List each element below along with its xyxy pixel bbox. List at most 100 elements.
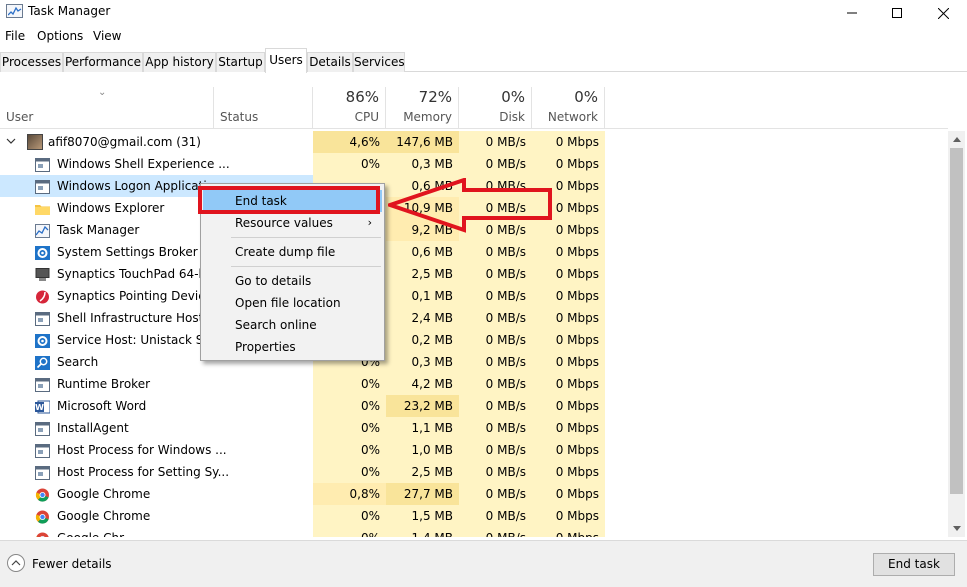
process-network: 0 Mbps	[532, 505, 605, 527]
table-row[interactable]: Google Chr... 0%1,4 MB0 MB/s0 Mbps	[0, 527, 948, 537]
column-status[interactable]: Status	[214, 87, 313, 129]
column-header: ⌄ User Status 86% CPU 72% Memory 0% Disk…	[0, 87, 948, 129]
table-row[interactable]: Host Process for Windows ... 0% 1,0 MB 0 MB…	[0, 439, 948, 461]
table-row[interactable]: Search 0% 0,3 MB 0 MB/s 0 Mbps	[0, 351, 948, 373]
column-disk-label: Disk	[499, 110, 525, 124]
process-disk: 0 MB/s	[459, 461, 532, 483]
task-manager-icon	[35, 223, 50, 238]
user-cpu: 4,6%	[313, 131, 386, 153]
process-memory: 1,0 MB	[386, 439, 459, 461]
cpu-total-percent: 86%	[345, 88, 379, 106]
column-cpu-label: CPU	[354, 110, 379, 124]
tab-startup[interactable]: Startup	[216, 52, 265, 72]
table-row[interactable]: Task Manager 9,2 MB 0 MB/s 0 Mbps	[0, 219, 948, 241]
table-row[interactable]: Service Host: Unistack Serv... 0,2 MB 0 MB…	[0, 329, 948, 351]
process-name: Shell Infrastructure Host	[57, 311, 204, 325]
column-user[interactable]: User	[0, 87, 214, 129]
window-icon	[35, 443, 50, 458]
ctx-go-to-details[interactable]: Go to details	[203, 270, 382, 292]
tab-processes[interactable]: Processes	[0, 52, 63, 72]
tab-services[interactable]: Services	[353, 52, 405, 72]
vertical-scrollbar[interactable]	[948, 131, 965, 537]
chrome-icon	[35, 509, 50, 524]
table-row[interactable]: Synaptics TouchPad 64-bit... 2,5 MB 0 MB/s…	[0, 263, 948, 285]
window-title: Task Manager	[28, 4, 111, 18]
minimize-button[interactable]	[829, 0, 875, 26]
maximize-button[interactable]	[874, 0, 920, 26]
table-row[interactable]: System Settings Broker 0,6 MB 0 MB/s 0 Mbps	[0, 241, 948, 263]
process-name: Windows Explorer	[57, 201, 165, 215]
table-row[interactable]: Shell Infrastructure Host 2,4 MB 0 MB/s 0 M…	[0, 307, 948, 329]
column-memory[interactable]: 72% Memory	[386, 87, 459, 129]
ctx-resource-values[interactable]: Resource values ›	[203, 212, 382, 234]
chevron-up-circle-icon[interactable]	[7, 554, 25, 572]
table-row[interactable]: Runtime Broker 0% 4,2 MB 0 MB/s 0 Mbps	[0, 373, 948, 395]
table-row[interactable]: Windows Shell Experience ... 0% 0,3 MB 0 MB…	[0, 153, 948, 175]
process-memory: 0,3 MB	[386, 351, 459, 373]
end-task-button[interactable]: End task	[873, 553, 955, 576]
ctx-end-task[interactable]: End task	[203, 190, 382, 212]
context-menu: End task Resource values › Create dump f…	[200, 183, 385, 361]
task-manager-icon	[6, 4, 23, 18]
table-row[interactable]: Windows Explorer 10,9 MB 0 MB/s 0 Mbps	[0, 197, 948, 219]
ctx-create-dump-file[interactable]: Create dump file	[203, 241, 382, 263]
tab-details[interactable]: Details	[307, 52, 353, 72]
tab-users[interactable]: Users	[265, 48, 307, 73]
table-row[interactable]: InstallAgent 0% 1,1 MB 0 MB/s 0 Mbps	[0, 417, 948, 439]
process-disk: 0 MB/s	[459, 219, 532, 241]
column-cpu[interactable]: 86% CPU	[313, 87, 386, 129]
process-name-cell: InstallAgent	[0, 417, 313, 439]
scroll-up-icon[interactable]	[948, 131, 965, 148]
process-disk: 0 MB/s	[459, 373, 532, 395]
process-name: Google Chrome	[57, 487, 151, 501]
menu-options[interactable]: Options	[37, 29, 83, 43]
scroll-thumb[interactable]	[950, 148, 963, 494]
menu-bar: File Options View	[0, 27, 967, 47]
table-row[interactable]: Google Chrome 0% 1,5 MB 0 MB/s 0 Mbps	[0, 505, 948, 527]
scroll-down-icon[interactable]	[948, 520, 965, 537]
process-memory: 4,2 MB	[386, 373, 459, 395]
fewer-details-link[interactable]: Fewer details	[32, 557, 112, 571]
menu-separator	[231, 237, 381, 238]
process-disk: 0 MB/s	[459, 307, 532, 329]
process-network: 0 Mbps	[532, 307, 605, 329]
chevron-down-icon[interactable]	[6, 136, 16, 146]
table-row[interactable]: W Microsoft Word 0% 23,2 MB 0 MB/s 0 Mbps	[0, 395, 948, 417]
column-disk[interactable]: 0% Disk	[459, 87, 532, 129]
user-network: 0 Mbps	[532, 131, 605, 153]
process-memory: 1,4 MB	[386, 527, 459, 537]
user-name-cell: afif8070@gmail.com (31)	[0, 131, 313, 153]
ctx-properties[interactable]: Properties	[203, 336, 382, 358]
ctx-open-file-location[interactable]: Open file location	[203, 292, 382, 314]
menu-view[interactable]: View	[93, 29, 121, 43]
process-memory: 1,1 MB	[386, 417, 459, 439]
process-memory: 2,5 MB	[386, 263, 459, 285]
process-disk: 0 MB/s	[459, 153, 532, 175]
table-row[interactable]: Synaptics Pointing Device ... 0,1 MB 0 MB/…	[0, 285, 948, 307]
process-disk: 0 MB/s	[459, 395, 532, 417]
process-memory: 0,6 MB	[386, 175, 459, 197]
column-network[interactable]: 0% Network	[532, 87, 605, 129]
gear-icon	[35, 245, 50, 260]
menu-file[interactable]: File	[5, 29, 25, 43]
column-network-label: Network	[547, 110, 598, 124]
ctx-search-online[interactable]: Search online	[203, 314, 382, 336]
process-memory: 0,1 MB	[386, 285, 459, 307]
process-name-cell: W Microsoft Word	[0, 395, 313, 417]
disk-total-percent: 0%	[501, 88, 525, 106]
process-name: Windows Shell Experience ...	[57, 157, 230, 171]
process-memory: 10,9 MB	[386, 197, 459, 219]
search-icon	[35, 355, 50, 370]
tab-performance[interactable]: Performance	[63, 52, 143, 72]
window-icon	[35, 421, 50, 436]
folder-icon	[35, 201, 50, 215]
table-row[interactable]: Google Chrome 0,8% 27,7 MB 0 MB/s 0 Mbps	[0, 483, 948, 505]
ctx-resource-values-label: Resource values	[235, 216, 333, 230]
table-row[interactable]: Windows Logon Applicatio 0,6 MB 0 MB/s 0 Mb…	[0, 175, 948, 197]
process-name: Microsoft Word	[57, 399, 147, 413]
process-network: 0 Mbps	[532, 483, 605, 505]
table-row[interactable]: Host Process for Setting Sy... 0% 2,5 MB 0 …	[0, 461, 948, 483]
user-row[interactable]: afif8070@gmail.com (31) 4,6% 147,6 MB 0 …	[0, 131, 948, 153]
tab-app-history[interactable]: App history	[143, 52, 216, 72]
close-button[interactable]	[920, 0, 966, 26]
